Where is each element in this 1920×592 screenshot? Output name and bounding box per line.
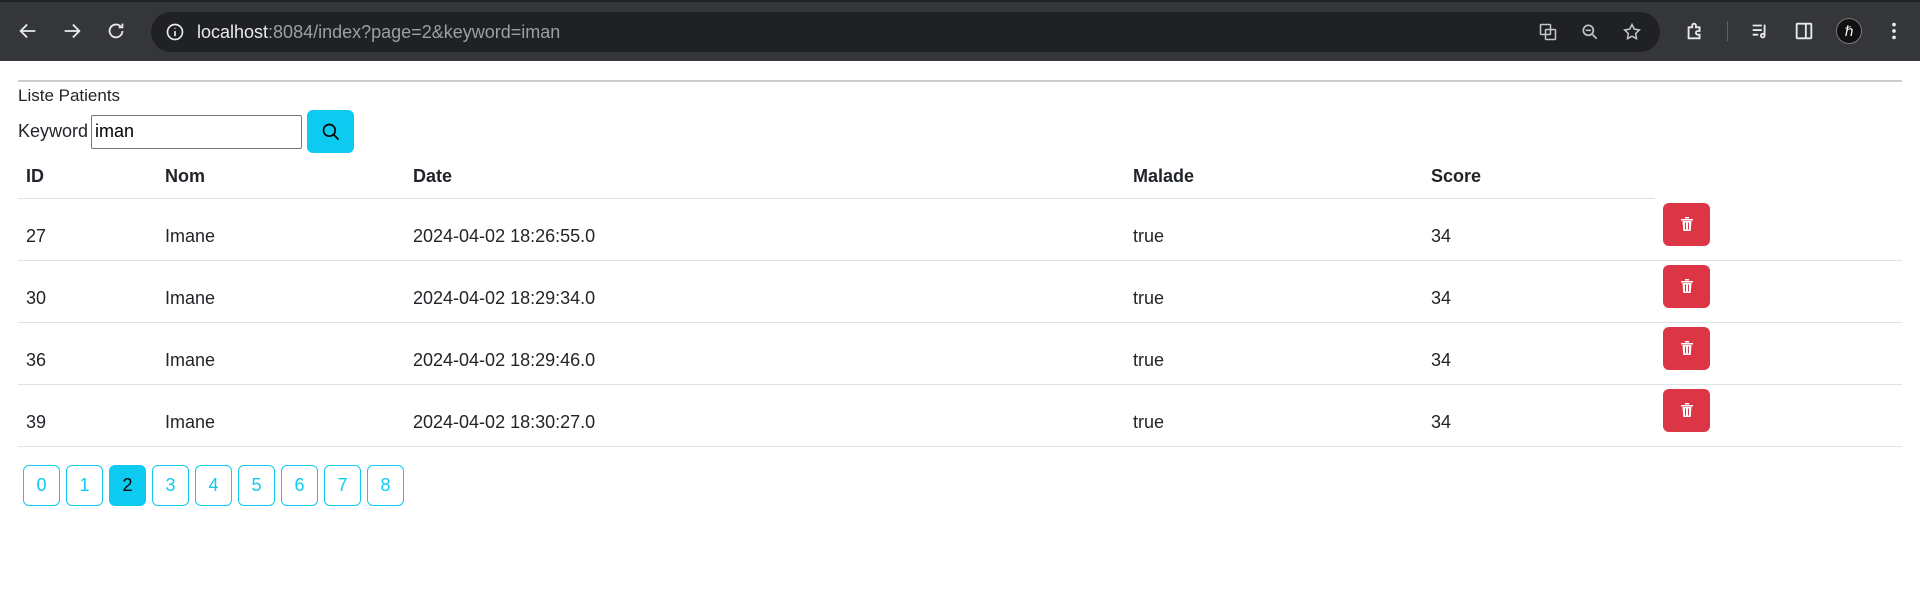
delete-button[interactable] xyxy=(1663,326,1710,370)
page-button-0[interactable]: 0 xyxy=(23,464,60,506)
keyword-input[interactable] xyxy=(91,114,303,149)
table-row: 27 Imane 2024-04-02 18:26:55.0 true 34 xyxy=(18,198,1902,261)
trash-icon xyxy=(1680,279,1693,293)
search-button[interactable] xyxy=(307,110,355,153)
address-bar[interactable]: localhost:8084/index?page=2&keyword=iman xyxy=(151,12,1660,52)
column-header-nom: Nom xyxy=(157,155,405,199)
cell-date: 2024-04-02 18:30:27.0 xyxy=(405,384,1125,447)
divider xyxy=(18,80,1902,82)
cell-actions xyxy=(1655,260,1902,323)
cell-date: 2024-04-02 18:29:46.0 xyxy=(405,322,1125,385)
cell-malade: true xyxy=(1125,322,1423,385)
table-header-row: ID Nom Date Malade Score xyxy=(18,155,1902,199)
column-header-malade: Malade xyxy=(1125,155,1423,199)
cell-nom: Imane xyxy=(157,322,405,385)
cell-malade: true xyxy=(1125,260,1423,323)
table-row: 36 Imane 2024-04-02 18:29:46.0 true 34 xyxy=(18,322,1902,385)
column-header-date: Date xyxy=(405,155,1125,199)
zoom-icon[interactable] xyxy=(1578,20,1602,44)
site-info-icon[interactable] xyxy=(163,20,187,44)
page-button-4[interactable]: 4 xyxy=(195,464,232,506)
column-header-score: Score xyxy=(1423,155,1655,199)
media-playlist-icon[interactable] xyxy=(1748,19,1772,43)
table-row: 30 Imane 2024-04-02 18:29:34.0 true 34 xyxy=(18,260,1902,323)
page-button-2[interactable]: 2 xyxy=(109,464,146,506)
cell-malade: true xyxy=(1125,198,1423,261)
browser-toolbar: localhost:8084/index?page=2&keyword=iman… xyxy=(0,0,1920,61)
cell-malade: true xyxy=(1125,384,1423,447)
cell-score: 34 xyxy=(1423,260,1655,323)
search-icon xyxy=(322,123,339,140)
cell-nom: Imane xyxy=(157,260,405,323)
cell-nom: Imane xyxy=(157,384,405,447)
url-text[interactable]: localhost:8084/index?page=2&keyword=iman xyxy=(197,22,560,43)
trash-icon xyxy=(1680,403,1693,417)
cell-actions xyxy=(1655,384,1902,447)
profile-avatar[interactable]: ℏ xyxy=(1836,18,1862,44)
cell-id: 30 xyxy=(18,260,157,323)
pagination: 0 1 2 3 4 5 6 7 8 xyxy=(23,464,1902,506)
extensions-puzzle-icon[interactable] xyxy=(1683,19,1707,43)
toolbar-divider xyxy=(1727,21,1728,41)
cell-score: 34 xyxy=(1423,198,1655,261)
trash-icon xyxy=(1680,341,1693,355)
delete-button[interactable] xyxy=(1663,388,1710,432)
page-button-5[interactable]: 5 xyxy=(238,464,275,506)
column-header-actions xyxy=(1655,155,1902,199)
cell-date: 2024-04-02 18:26:55.0 xyxy=(405,198,1125,261)
column-header-id: ID xyxy=(18,155,157,199)
cell-actions xyxy=(1655,322,1902,385)
cell-score: 34 xyxy=(1423,322,1655,385)
page-button-6[interactable]: 6 xyxy=(281,464,318,506)
cell-actions xyxy=(1655,198,1902,261)
cell-id: 39 xyxy=(18,384,157,447)
back-arrow-icon[interactable] xyxy=(6,9,50,53)
table-row: 39 Imane 2024-04-02 18:30:27.0 true 34 xyxy=(18,384,1902,447)
page-button-7[interactable]: 7 xyxy=(324,464,361,506)
translate-icon[interactable] xyxy=(1536,20,1560,44)
keyword-label: Keyword xyxy=(18,121,89,141)
cell-date: 2024-04-02 18:29:34.0 xyxy=(405,260,1125,323)
page-button-3[interactable]: 3 xyxy=(152,464,189,506)
patients-table: ID Nom Date Malade Score 27 Imane 2024-0… xyxy=(18,155,1902,447)
bookmark-star-icon[interactable] xyxy=(1620,20,1644,44)
forward-arrow-icon[interactable] xyxy=(50,9,94,53)
cell-id: 36 xyxy=(18,322,157,385)
page-button-1[interactable]: 1 xyxy=(66,464,103,506)
menu-kebab-icon[interactable] xyxy=(1882,19,1906,43)
side-panel-icon[interactable] xyxy=(1792,19,1816,43)
trash-icon xyxy=(1680,217,1693,231)
page-title: Liste Patients xyxy=(18,86,121,105)
cell-score: 34 xyxy=(1423,384,1655,447)
search-form: Keyword xyxy=(18,110,1902,153)
reload-icon[interactable] xyxy=(94,9,138,53)
page-button-8[interactable]: 8 xyxy=(367,464,404,506)
cell-id: 27 xyxy=(18,198,157,261)
cell-nom: Imane xyxy=(157,198,405,261)
delete-button[interactable] xyxy=(1663,202,1710,246)
delete-button[interactable] xyxy=(1663,264,1710,308)
page-content: Liste Patients Keyword ID Nom Date Malad… xyxy=(0,80,1920,506)
